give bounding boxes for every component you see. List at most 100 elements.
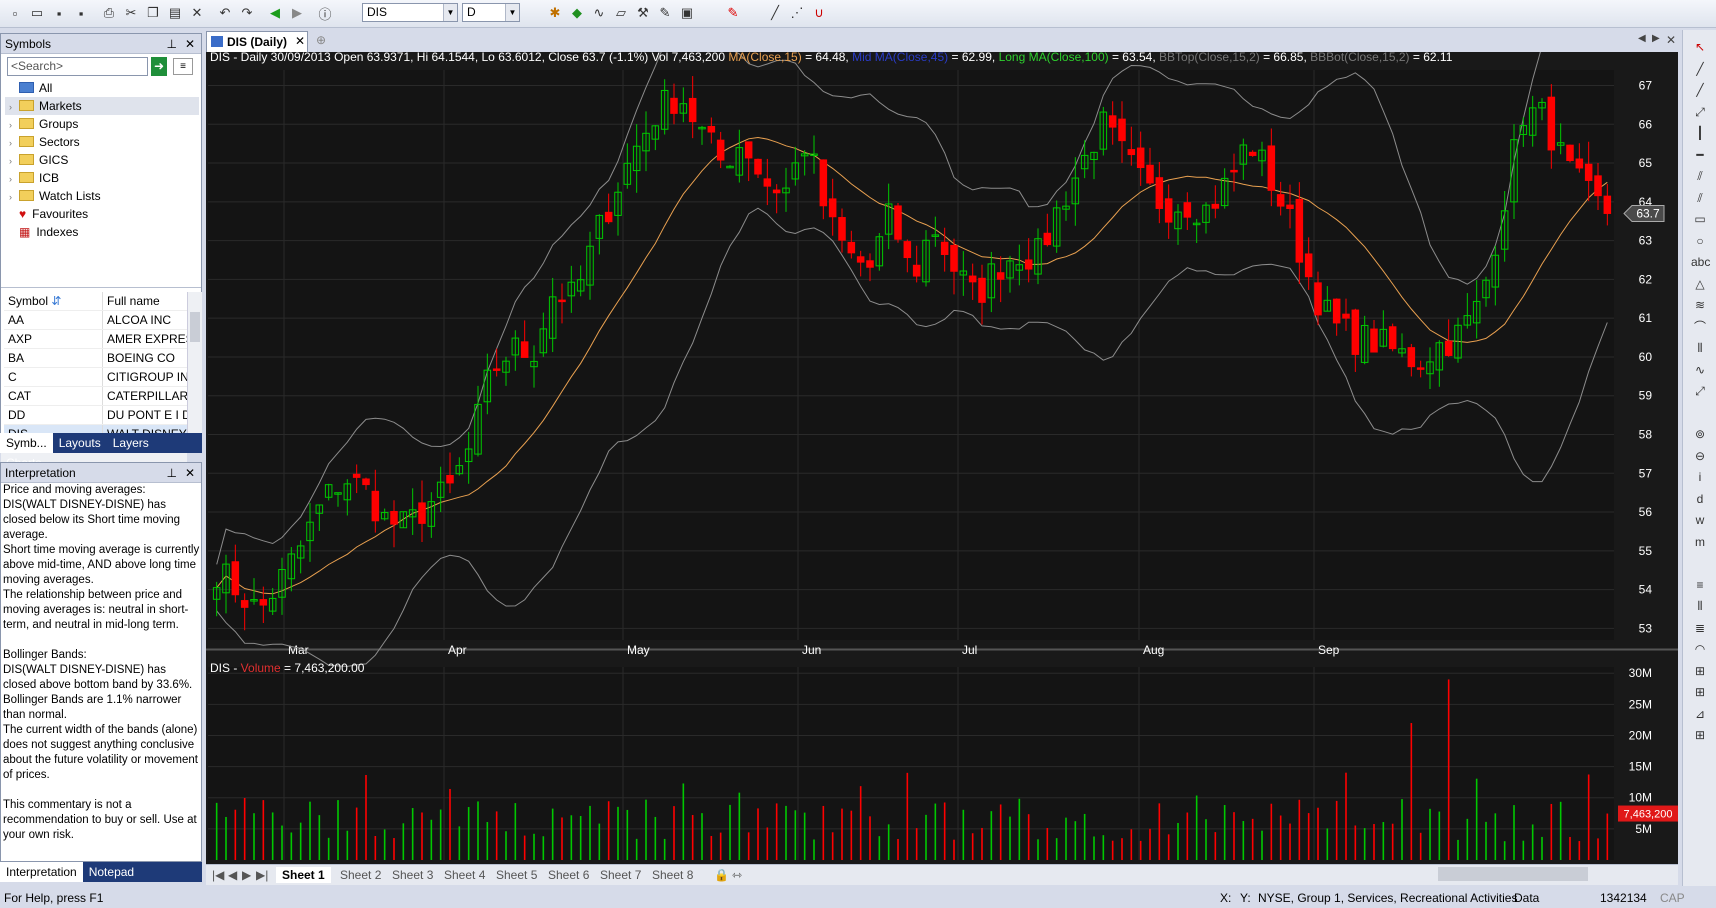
- redo-icon[interactable]: ↷: [238, 4, 256, 22]
- drawing-tool-icon[interactable]: ━: [1691, 146, 1709, 164]
- forward-icon[interactable]: ▶: [288, 4, 306, 22]
- tree-item-icb[interactable]: › ICB: [9, 169, 59, 187]
- back-icon[interactable]: ◀: [266, 4, 284, 22]
- column-header-full-name[interactable]: Full name: [102, 292, 197, 311]
- interval-combo[interactable]: D ▼: [462, 3, 520, 22]
- drawing-tool-icon[interactable]: ⤢: [1691, 382, 1709, 400]
- new-tab-icon[interactable]: ⊕: [316, 33, 326, 47]
- trade-icon[interactable]: ▣: [678, 4, 696, 22]
- drawing-tool-icon[interactable]: ⊿: [1691, 705, 1709, 723]
- info-icon[interactable]: ⓘ: [316, 4, 334, 22]
- drawing-tool-icon[interactable]: ⫽: [1691, 189, 1709, 207]
- chevron-down-icon[interactable]: ▼: [505, 4, 519, 21]
- save-all-icon[interactable]: ▪: [72, 4, 90, 22]
- tree-item-markets[interactable]: › Markets: [5, 97, 199, 115]
- scroll-tabs-left-icon[interactable]: ◀: [1638, 33, 1646, 44]
- table-row[interactable]: DD DU PONT E I D: [4, 405, 197, 425]
- tab-layouts[interactable]: Layouts: [53, 433, 107, 453]
- drawing-tool-icon[interactable]: ⦀: [1691, 597, 1709, 615]
- drawing-tool-icon[interactable]: ⊞: [1691, 726, 1709, 744]
- drawing-tool-icon[interactable]: ⊞: [1691, 683, 1709, 701]
- lock-icon[interactable]: 🔒: [714, 867, 729, 883]
- indicator-icon[interactable]: ✱: [546, 4, 564, 22]
- drawing-tool-icon[interactable]: ◠: [1691, 640, 1709, 658]
- table-row[interactable]: CAT CATERPILLAR: [4, 386, 197, 406]
- tree-item-sectors[interactable]: › Sectors: [9, 133, 80, 151]
- drawing-tool-icon[interactable]: ○: [1691, 232, 1709, 250]
- drawing-tool-icon[interactable]: ⊚: [1691, 425, 1709, 443]
- prev-sheet-icon[interactable]: ◀: [228, 867, 237, 883]
- close-icon[interactable]: ✕: [295, 34, 305, 48]
- drawing-tool-icon[interactable]: ┃: [1691, 124, 1709, 142]
- table-row[interactable]: AA ALCOA INC: [4, 310, 197, 330]
- symbol-search-input[interactable]: <Search>: [7, 57, 148, 76]
- drawing-tool-icon[interactable]: ⫴: [1691, 339, 1709, 357]
- drawing-tool-icon[interactable]: ∿: [1691, 361, 1709, 379]
- drawing-tool-icon[interactable]: ▭: [1691, 210, 1709, 228]
- scroll-tabs-right-icon[interactable]: ▶: [1652, 33, 1660, 44]
- tree-item-groups[interactable]: › Groups: [9, 115, 78, 133]
- drawing-tool-icon[interactable]: ⤢: [1691, 103, 1709, 121]
- tab-symbols[interactable]: Symb...: [0, 433, 53, 453]
- next-sheet-icon[interactable]: ▶: [242, 867, 251, 883]
- draw-line-icon[interactable]: ╱: [766, 4, 784, 22]
- drawing-tool-icon[interactable]: ≣: [1691, 619, 1709, 637]
- sheet-8[interactable]: Sheet 8: [652, 867, 693, 883]
- tree-item-watch-lists[interactable]: › Watch Lists: [9, 187, 101, 205]
- drawing-tool-icon[interactable]: △: [1691, 275, 1709, 293]
- tab-interpretation[interactable]: Interpretation: [0, 862, 83, 882]
- first-sheet-icon[interactable]: |◀: [212, 867, 224, 883]
- drawing-tool-icon[interactable]: i: [1691, 468, 1709, 486]
- drawing-tool-icon[interactable]: ⊞: [1691, 662, 1709, 680]
- symbol-table-scrollbar[interactable]: [187, 292, 202, 450]
- drawing-tool-icon[interactable]: m: [1691, 533, 1709, 551]
- edit-icon[interactable]: ✎: [656, 4, 674, 22]
- pattern-icon[interactable]: ∿: [590, 4, 608, 22]
- pin-icon[interactable]: ⊥: [167, 463, 177, 483]
- drawing-tool-icon[interactable]: ≡: [1691, 576, 1709, 594]
- drawing-tool-icon[interactable]: ⌒: [1691, 318, 1709, 336]
- close-icon[interactable]: ✕: [185, 463, 195, 483]
- save-icon[interactable]: ▪: [50, 4, 68, 22]
- cut-icon[interactable]: ✂: [122, 4, 140, 22]
- undo-icon[interactable]: ↶: [216, 4, 234, 22]
- sheet-6[interactable]: Sheet 6: [548, 867, 589, 883]
- tree-item-gics[interactable]: › GICS: [9, 151, 68, 169]
- table-row[interactable]: AXP AMER EXPRES: [4, 329, 197, 349]
- column-header-symbol[interactable]: Symbol ⇵: [4, 292, 103, 311]
- drawing-tool-icon[interactable]: ↖: [1691, 38, 1709, 56]
- table-row[interactable]: C CITIGROUP IN: [4, 367, 197, 387]
- drawing-tool-icon[interactable]: ⫽: [1691, 167, 1709, 185]
- new-file-icon[interactable]: ▫: [6, 4, 24, 22]
- tree-item-indexes[interactable]: ▦ Indexes: [9, 223, 78, 241]
- tree-item-all[interactable]: All: [9, 79, 52, 97]
- open-folder-icon[interactable]: ▭: [28, 4, 46, 22]
- color-pen-icon[interactable]: ✎: [724, 4, 742, 22]
- sheet-2[interactable]: Sheet 2: [340, 867, 381, 883]
- layout-icon[interactable]: ▱: [612, 4, 630, 22]
- sheet-resize-icon[interactable]: ⇿: [732, 867, 742, 883]
- close-icon[interactable]: ✕: [185, 34, 195, 54]
- sheet-3[interactable]: Sheet 3: [392, 867, 433, 883]
- tab-notepad[interactable]: Notepad: [83, 862, 140, 882]
- horizontal-scrollbar[interactable]: [1438, 867, 1588, 881]
- pin-icon[interactable]: ⊥: [167, 34, 177, 54]
- drawing-tool-icon[interactable]: [1691, 554, 1709, 572]
- drawing-tool-icon[interactable]: abc: [1691, 253, 1710, 271]
- drawing-tool-icon[interactable]: ≋: [1691, 296, 1709, 314]
- drawing-tool-icon[interactable]: [1691, 404, 1709, 422]
- delete-icon[interactable]: ✕: [188, 4, 206, 22]
- drawing-tool-icon[interactable]: w: [1691, 511, 1709, 529]
- symbol-combo[interactable]: DIS ▼: [362, 3, 458, 22]
- drawing-tool-icon[interactable]: ⊖: [1691, 447, 1709, 465]
- table-row[interactable]: BA BOEING CO: [4, 348, 197, 368]
- sheet-4[interactable]: Sheet 4: [444, 867, 485, 883]
- print-icon[interactable]: ⎙: [100, 4, 118, 22]
- formula-icon[interactable]: ◆: [568, 4, 586, 22]
- last-sheet-icon[interactable]: ▶|: [256, 867, 268, 883]
- go-arrow-icon[interactable]: ➜: [151, 57, 167, 76]
- close-icon[interactable]: ✕: [1666, 33, 1676, 47]
- drawing-tool-icon[interactable]: d: [1691, 490, 1709, 508]
- sheet-7[interactable]: Sheet 7: [600, 867, 641, 883]
- tree-item-favourites[interactable]: ♥ Favourites: [9, 205, 88, 223]
